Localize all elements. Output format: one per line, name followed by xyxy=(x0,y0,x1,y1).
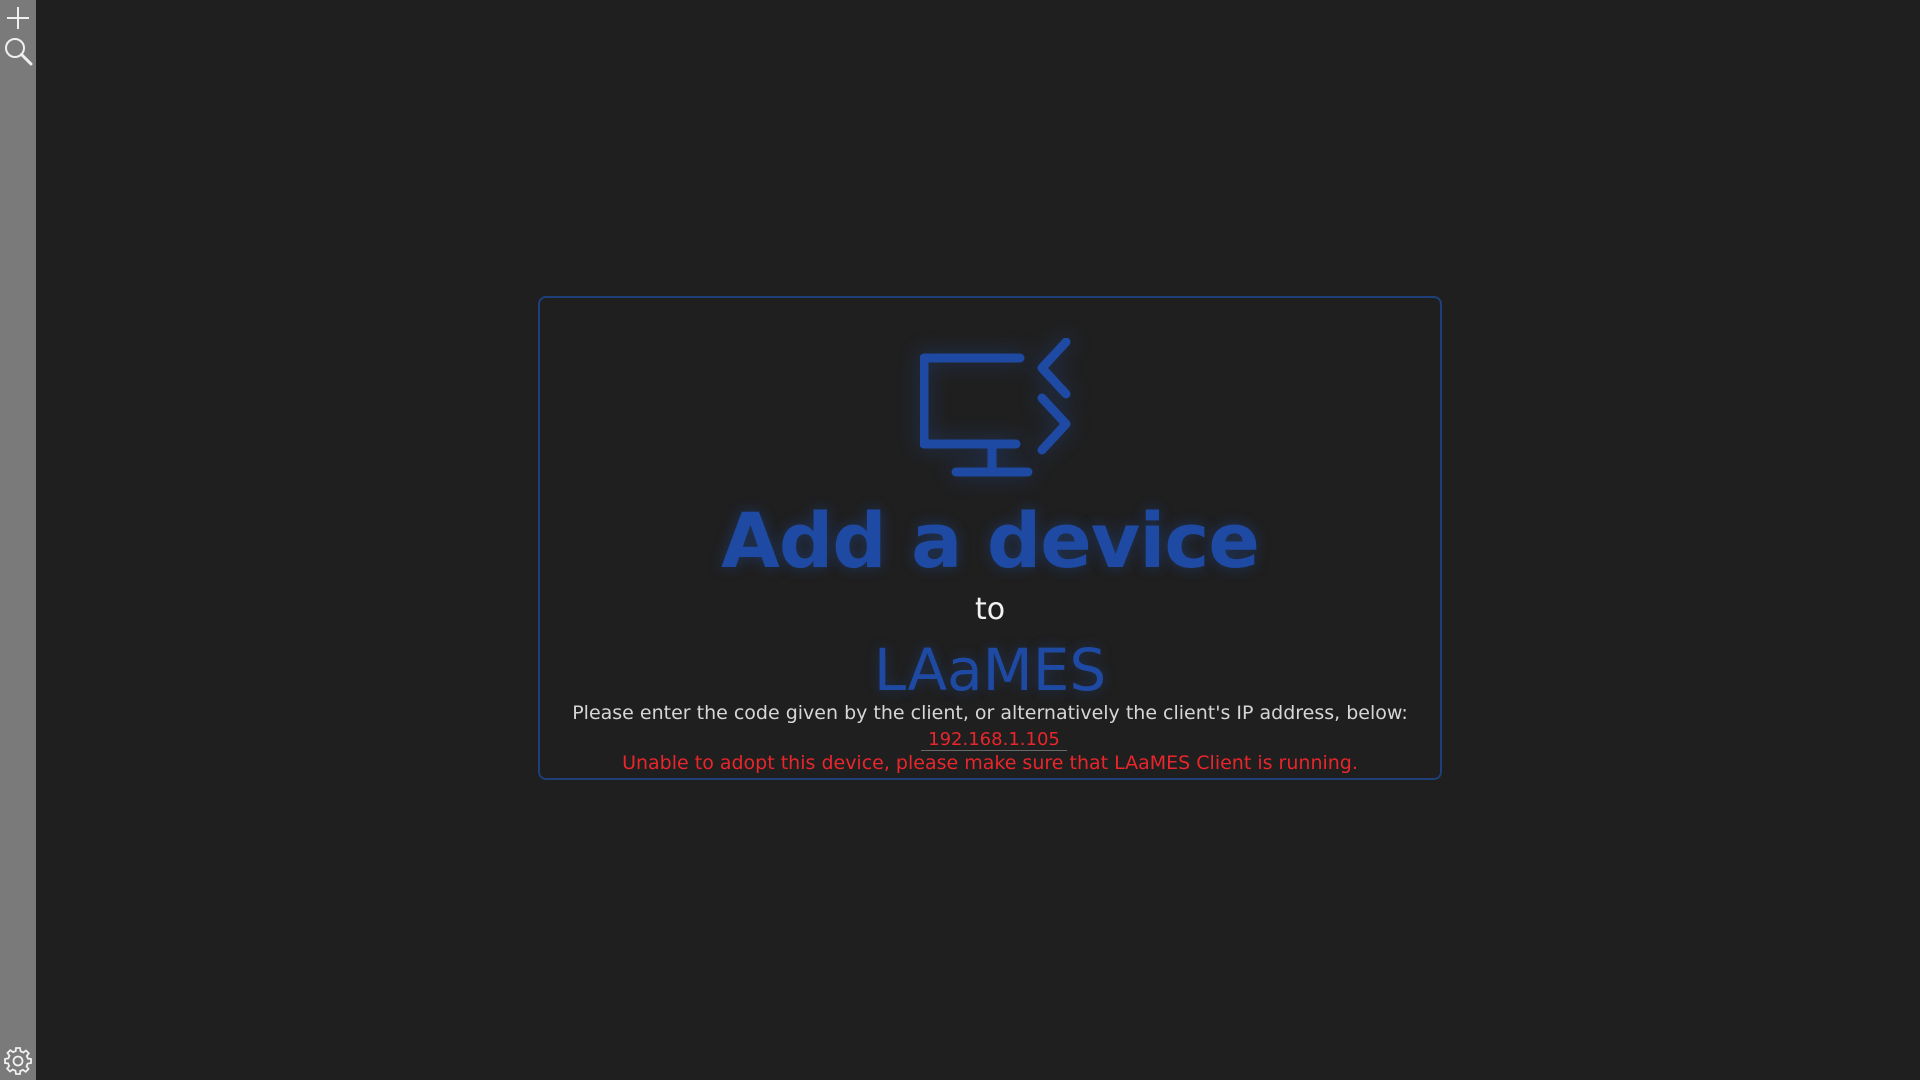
gear-icon xyxy=(4,1047,32,1075)
plus-icon xyxy=(7,7,29,29)
connector-text: to xyxy=(974,592,1006,627)
add-device-card: Add a device to LAaMES Please enter the … xyxy=(538,296,1442,780)
search-icon xyxy=(5,38,33,66)
brand-name: LAaMES xyxy=(873,636,1107,704)
settings-button[interactable] xyxy=(2,1045,34,1077)
page-title: Add a device xyxy=(721,496,1260,585)
device-code-input[interactable] xyxy=(921,728,1067,751)
error-message: Unable to adopt this device, please make… xyxy=(622,752,1358,774)
instructions-text: Please enter the code given by the clien… xyxy=(572,702,1408,724)
sidebar xyxy=(0,0,36,1080)
monitor-code-icon xyxy=(920,338,1071,477)
search-button[interactable] xyxy=(2,35,34,67)
add-button[interactable] xyxy=(2,2,34,34)
